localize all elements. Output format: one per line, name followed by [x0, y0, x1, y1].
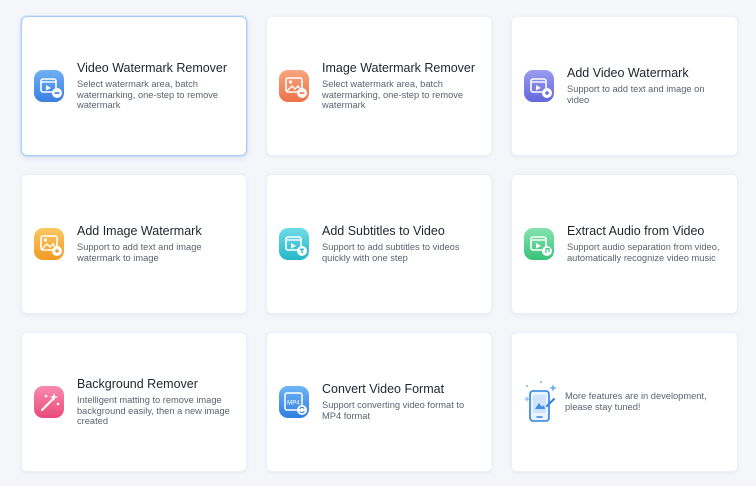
- tool-description: Support to add text and image on video: [567, 84, 705, 105]
- tool-card-background-remover[interactable]: Background Remover Intelligent matting t…: [21, 332, 247, 472]
- tool-title: Add Subtitles to Video: [322, 224, 445, 239]
- mp4-convert-icon: MP4: [278, 383, 311, 421]
- tool-title: Background Remover: [77, 377, 198, 392]
- tool-title: Convert Video Format: [322, 382, 445, 397]
- video-remove-icon: [33, 67, 66, 105]
- mp4-label: MP4: [287, 400, 300, 407]
- tool-description: Support to add text and image watermark …: [77, 242, 202, 263]
- video-add-icon: [523, 67, 556, 105]
- image-remove-icon: [278, 67, 311, 105]
- tool-card-video-watermark-remover[interactable]: Video Watermark Remover Select watermark…: [21, 16, 247, 156]
- tool-description: Select watermark area, batch watermarkin…: [322, 79, 464, 111]
- tool-title: Image Watermark Remover: [322, 61, 476, 76]
- tool-description: Select watermark area, batch watermarkin…: [77, 79, 219, 111]
- tool-description: Support to add subtitles to videos quick…: [322, 242, 460, 263]
- tool-description: Intelligent matting to remove image back…: [77, 395, 230, 427]
- magic-wand-icon: [33, 383, 66, 421]
- tool-card-add-video-watermark[interactable]: Add Video Watermark Support to add text …: [511, 16, 738, 156]
- tool-title: Video Watermark Remover: [77, 61, 228, 76]
- tool-card-add-subtitles-to-video[interactable]: Add Subtitles to Video Support to add su…: [266, 174, 492, 314]
- phone-development-icon: [521, 379, 559, 425]
- image-add-icon: [33, 225, 66, 263]
- subtitle-icon: [278, 225, 311, 263]
- tool-description: Support converting video format to MP4 f…: [322, 400, 465, 421]
- tool-title: Add Image Watermark: [77, 224, 202, 239]
- tool-title: Add Video Watermark: [567, 66, 689, 81]
- tool-card-add-image-watermark[interactable]: Add Image Watermark Support to add text …: [21, 174, 247, 314]
- tool-title: Extract Audio from Video: [567, 224, 705, 239]
- audio-extract-icon: [523, 225, 556, 263]
- tool-description: Support audio separation from video, aut…: [567, 242, 720, 263]
- tool-card-convert-video-format[interactable]: MP4 Convert Video Format Support convert…: [266, 332, 492, 472]
- more-features-card: More features are in development, please…: [511, 332, 738, 472]
- tool-card-image-watermark-remover[interactable]: Image Watermark Remover Select watermark…: [266, 16, 492, 156]
- tool-card-extract-audio-from-video[interactable]: Extract Audio from Video Support audio s…: [511, 174, 738, 314]
- more-features-text: More features are in development, please…: [565, 391, 707, 412]
